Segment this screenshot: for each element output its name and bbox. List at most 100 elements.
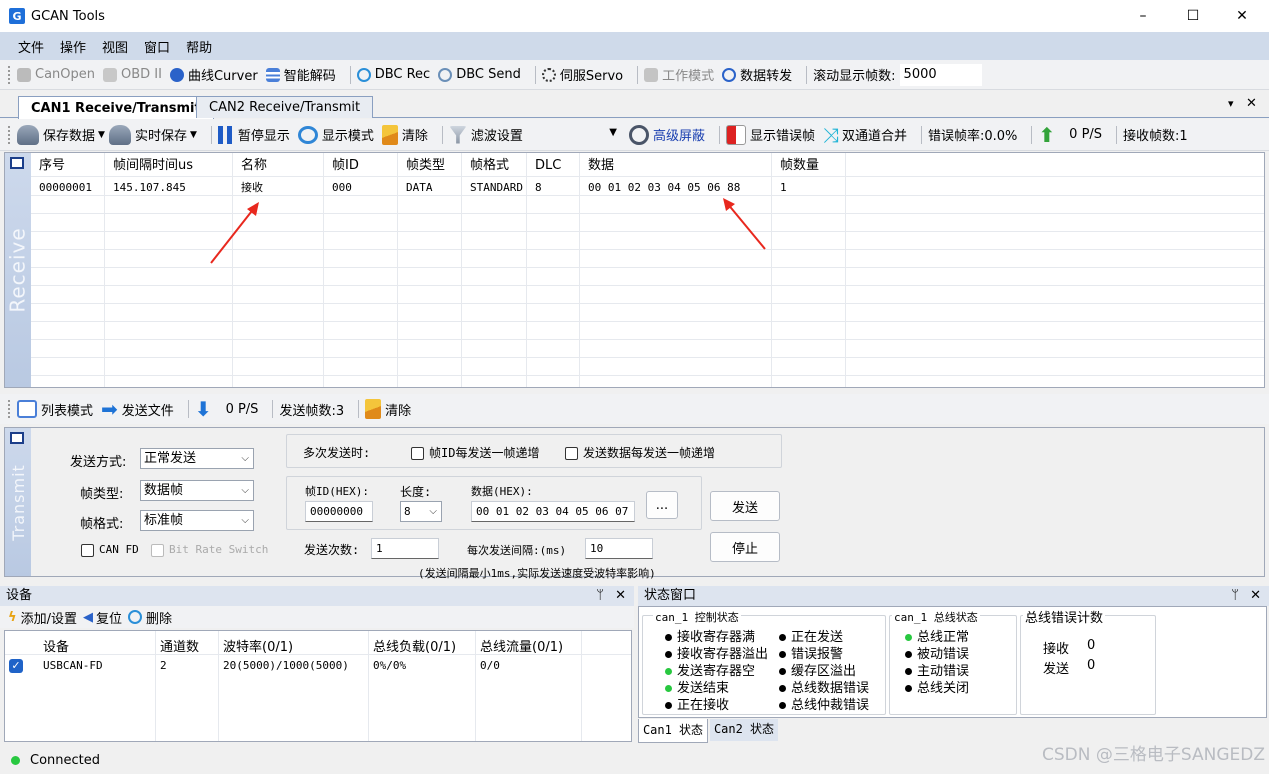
col-device[interactable]: 设备 xyxy=(43,636,69,655)
col-baudrate[interactable]: 波特率(0/1) xyxy=(223,636,293,655)
send-interval-note: (发送间隔最小1ms,实际发送速度受波特率影响) xyxy=(418,567,656,580)
canfd-checkbox[interactable]: CAN FD xyxy=(81,543,139,557)
device-checkbox[interactable]: ✓ xyxy=(9,659,23,673)
status-recv-full-label: 接收寄存器满 xyxy=(677,630,756,645)
dbc-rec-button[interactable]: DBC Rec xyxy=(356,67,430,82)
show-error-button[interactable]: 显示错误帧 xyxy=(725,124,815,145)
data-hex-input[interactable]: 00 01 02 03 04 05 06 07 xyxy=(471,501,635,522)
layout-toggle-icon[interactable] xyxy=(10,157,24,169)
status-bus-arbitration-error: 总线仲裁错误 xyxy=(779,697,869,714)
clear-button[interactable]: 清除 xyxy=(381,124,428,145)
toolbar-grip[interactable] xyxy=(8,65,11,84)
col-name[interactable]: 名称 xyxy=(237,153,267,177)
col-dlc[interactable]: DLC xyxy=(531,153,561,177)
merge-channels-button[interactable]: ⤨ 双通道合并 xyxy=(823,123,907,147)
send-count-input[interactable]: 1 xyxy=(371,538,439,559)
column-divider xyxy=(368,631,369,741)
pin-icon[interactable]: ᛘ xyxy=(596,586,604,606)
dbc-send-label: DBC Send xyxy=(456,67,521,82)
dbc-send-button[interactable]: DBC Send xyxy=(438,67,521,82)
col-channels[interactable]: 通道数 xyxy=(160,636,199,655)
frame-format-value: 标准帧 xyxy=(144,513,184,528)
frame-type-select[interactable]: 数据帧 ⌵ xyxy=(140,480,254,501)
toolbar-grip[interactable] xyxy=(8,125,11,144)
send-button[interactable]: 发送 xyxy=(710,491,780,521)
send-mode-label: 发送方式: xyxy=(70,455,127,470)
reset-device-button[interactable]: ◀ 复位 xyxy=(83,608,122,627)
curver-button[interactable]: 曲线Curver xyxy=(169,65,258,84)
send-file-button[interactable]: ➡ 发送文件 xyxy=(101,397,174,421)
frame-id-input[interactable]: 00000000 xyxy=(305,501,373,522)
length-select[interactable]: 8 ⌵ xyxy=(400,501,442,522)
tab-can1-status[interactable]: Can1 状态 xyxy=(638,719,708,743)
toolbar-grip[interactable] xyxy=(8,400,11,418)
frame-format-select[interactable]: 标准帧 ⌵ xyxy=(140,510,254,531)
filter-dropdown[interactable]: ▼ xyxy=(531,124,621,146)
gear-icon xyxy=(541,67,556,82)
table-row[interactable]: 00000001 145.107.845 接收 000 DATA STANDAR… xyxy=(31,179,1264,196)
maximize-button[interactable]: ☐ xyxy=(1170,0,1216,32)
pin-icon[interactable]: ᛘ xyxy=(1231,586,1239,606)
col-count[interactable]: 帧数量 xyxy=(776,153,819,177)
menu-operate[interactable]: 操作 xyxy=(60,37,86,56)
transmit-panel: Transmit 发送方式: 正常发送 ⌵ 帧类型: 数据帧 ⌵ 帧格式: 标准帧 ⌵… xyxy=(4,427,1265,580)
filter-settings-button[interactable]: 滤波设置 xyxy=(448,125,523,144)
device-panel-close[interactable]: ✕ xyxy=(615,586,626,606)
device-row[interactable]: ✓ USBCAN-FD 2 20(5000)/1000(5000) 0%/0% … xyxy=(5,657,631,675)
display-mode-button[interactable]: 显示模式 xyxy=(297,125,374,144)
save-data-label: 保存数据 xyxy=(43,129,96,144)
layout-toggle-icon[interactable] xyxy=(10,432,24,444)
list-mode-button[interactable]: 列表模式 xyxy=(17,400,93,419)
tab-close-button[interactable]: ✕ xyxy=(1246,96,1257,111)
scroll-frames-input[interactable]: 5000 xyxy=(899,63,982,86)
obd-button[interactable]: OBD II xyxy=(103,67,162,82)
status-dot-icon xyxy=(779,634,786,641)
col-bus-load[interactable]: 总线负载(0/1) xyxy=(373,636,456,655)
brs-checkbox[interactable]: Bit Rate Switch xyxy=(151,543,268,557)
tab-can1[interactable]: CAN1 Receive/Transmit xyxy=(18,96,214,119)
forward-button[interactable]: 数据转发 xyxy=(722,65,792,84)
send-mode-select[interactable]: 正常发送 ⌵ xyxy=(140,448,254,469)
transmit-clear-button[interactable]: 清除 xyxy=(365,399,411,419)
servo-button[interactable]: 伺服Servo xyxy=(541,65,623,84)
tab-can2-status[interactable]: Can2 状态 xyxy=(710,719,778,741)
stop-button[interactable]: 停止 xyxy=(710,532,780,562)
delete-device-button[interactable]: 删除 xyxy=(127,608,172,627)
id-increment-checkbox[interactable]: 帧ID每发送一帧递增 xyxy=(411,444,539,461)
channel-tab-strip: CAN1 Receive/Transmit CAN2 Receive/Trans… xyxy=(0,90,1269,119)
col-index[interactable]: 序号 xyxy=(35,153,65,177)
list-mode-label: 列表模式 xyxy=(41,403,94,419)
col-frame-type[interactable]: 帧类型 xyxy=(402,153,445,177)
col-interval[interactable]: 帧间隔时间us xyxy=(109,153,193,177)
decode-button[interactable]: 智能解码 xyxy=(265,65,336,84)
advanced-mask-button[interactable]: 高级屏蔽 xyxy=(628,124,705,145)
send-interval-input[interactable]: 10 xyxy=(585,538,653,559)
close-button[interactable]: ✕ xyxy=(1219,0,1265,32)
tab-list-dropdown[interactable]: ▾ xyxy=(1228,97,1234,110)
sync-icon xyxy=(722,67,737,82)
add-device-button[interactable]: ϟ 添加/设置 xyxy=(8,608,77,627)
save-data-button[interactable]: 保存数据 ▼ xyxy=(17,124,105,145)
tab-can2[interactable]: CAN2 Receive/Transmit xyxy=(196,96,374,118)
menu-help[interactable]: 帮助 xyxy=(186,37,212,56)
canopen-button[interactable]: CanOpen xyxy=(17,67,95,82)
col-bus-traffic[interactable]: 总线流量(0/1) xyxy=(480,636,563,655)
pause-display-button[interactable]: 暂停显示 xyxy=(217,125,290,144)
realtime-save-button[interactable]: 实时保存 ▼ xyxy=(108,124,197,145)
status-dot-green-icon xyxy=(905,634,912,641)
status-bus-data-error: 总线数据错误 xyxy=(779,680,869,697)
work-mode-button[interactable]: 工作模式 xyxy=(644,65,714,84)
menu-window[interactable]: 窗口 xyxy=(144,37,170,56)
refresh-icon xyxy=(297,125,318,144)
data-increment-checkbox[interactable]: 发送数据每发送一帧递增 xyxy=(565,444,715,461)
menu-view[interactable]: 视图 xyxy=(102,37,128,56)
status-dot-icon xyxy=(779,702,786,709)
col-frame-format[interactable]: 帧格式 xyxy=(466,153,509,177)
status-recv-overflow-label: 接收寄存器溢出 xyxy=(677,647,769,662)
col-data[interactable]: 数据 xyxy=(584,153,614,177)
col-frame-id[interactable]: 帧ID xyxy=(328,153,359,177)
menu-file[interactable]: 文件 xyxy=(18,37,44,56)
minimize-button[interactable]: – xyxy=(1120,0,1166,32)
status-panel-close[interactable]: ✕ xyxy=(1250,586,1261,606)
data-editor-button[interactable]: ... xyxy=(646,491,678,519)
